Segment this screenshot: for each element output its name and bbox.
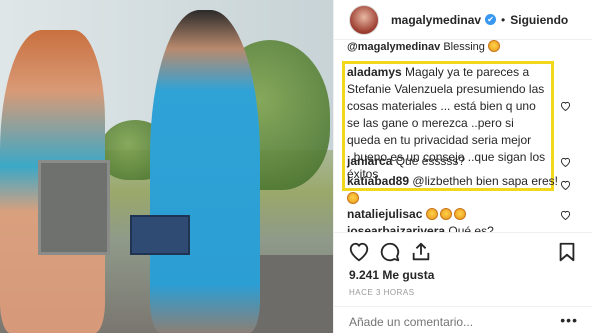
comment-username[interactable]: aladamys [347,65,402,79]
comment-item: janiarca Que esssss? [347,153,547,170]
photo-gift-box [38,160,110,255]
action-bar [334,232,592,268]
heart-eyes-emoji-icon [425,208,438,220]
comment-like-icon[interactable] [560,157,571,167]
comment-username[interactable]: josearbaizarivera [347,224,445,232]
add-comment-bar: ••• [334,306,592,333]
avatar[interactable] [349,4,379,35]
post-time[interactable]: HACE 3 HORAS [349,288,415,297]
comment-like-icon[interactable] [560,180,571,190]
comment-text: Que esssss? [395,154,466,168]
comment-username[interactable]: janiarca [347,154,392,168]
share-icon[interactable] [410,241,432,263]
comment-item: katiabad89 @lizbetheh bien sapa eres! [347,173,567,207]
comment-mention[interactable]: @magalymedinav [347,41,440,53]
post-header: magalymedinav ✔ • Siguiendo [334,0,592,40]
photo-person-man [150,10,260,333]
comment-like-icon[interactable] [560,210,571,220]
add-comment-input[interactable] [349,315,549,329]
comment-partial: @magalymedinav Blessing [347,40,502,53]
header-username[interactable]: magalymedinav [391,13,481,27]
emoji-icon [487,40,500,52]
likes-count[interactable]: 9.241 Me gusta [349,268,434,282]
post-sidebar: magalymedinav ✔ • Siguiendo @magalymedin… [333,0,592,333]
comments-list[interactable]: @magalymedinav Blessing aladamys Magaly … [334,40,592,232]
more-options-icon[interactable]: ••• [560,312,578,328]
heart-eyes-emoji-icon [453,208,466,220]
comment-item-partial: josearbaizarivera Qué es? [347,224,494,232]
comment-item: nataliejulisac [347,206,547,223]
comment-username[interactable]: katiabad89 [347,174,409,188]
photo-jewelry-case [130,215,190,255]
thinking-emoji-icon [347,192,359,204]
comment-icon[interactable] [379,241,401,263]
comment-text: Blessing [443,41,485,53]
comment-username[interactable]: nataliejulisac [347,207,422,221]
comment-text: @lizbetheh bien sapa eres! [412,174,558,188]
following-button[interactable]: Siguiendo [510,13,568,27]
heart-eyes-emoji-icon [439,208,452,220]
comment-like-icon[interactable] [560,101,571,111]
comment-text: Qué es? [448,224,494,232]
verified-icon: ✔ [485,14,497,25]
post-photo[interactable] [0,0,333,333]
heart-icon[interactable] [348,241,370,263]
header-separator: • [501,12,506,27]
bookmark-icon[interactable] [556,241,578,263]
